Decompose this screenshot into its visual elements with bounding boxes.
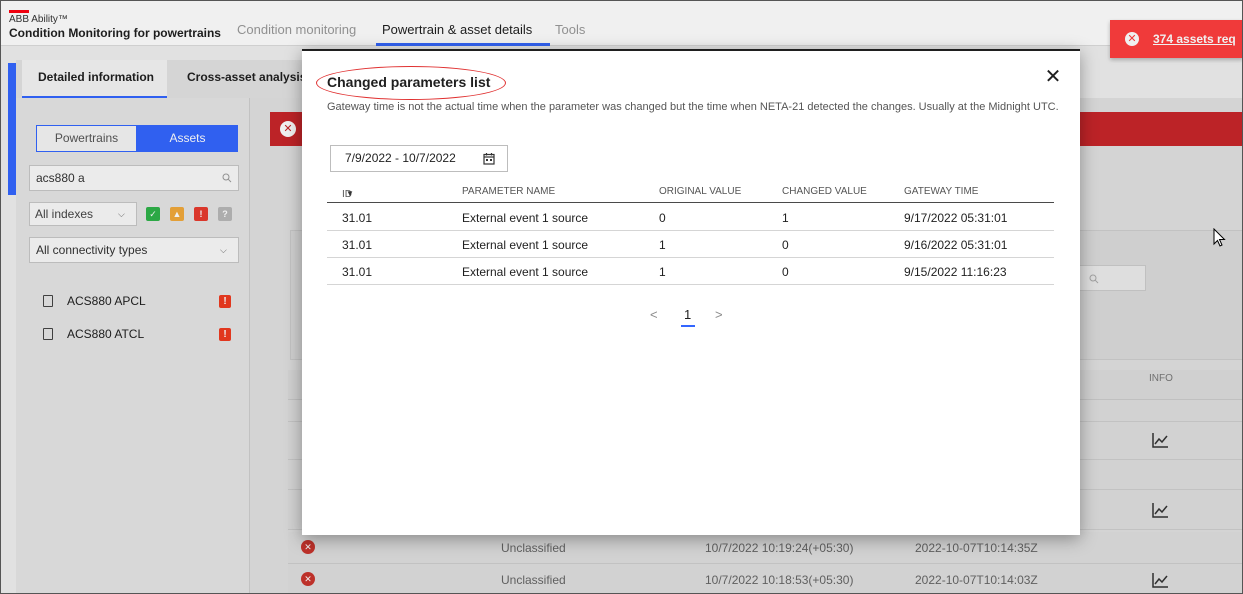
- dialog-title: Changed parameters list: [327, 74, 491, 90]
- cell-id: 31.01: [342, 211, 373, 225]
- column-header-parameter-name: PARAMETER NAME: [462, 186, 556, 197]
- table-row: 31.01 External event 1 source 0 1 9/17/2…: [327, 204, 1054, 231]
- chevron-left-icon[interactable]: <: [650, 307, 658, 322]
- cell-id: 31.01: [342, 265, 373, 279]
- sort-down-icon[interactable]: ▼: [346, 189, 354, 198]
- cell-parameter-name: External event 1 source: [462, 265, 589, 279]
- cell-original-value: 0: [659, 211, 666, 225]
- date-range-picker[interactable]: 7/9/2022 - 10/7/2022: [330, 145, 508, 172]
- cell-changed-value: 0: [782, 265, 789, 279]
- mouse-cursor-icon: [1213, 228, 1226, 247]
- cell-gateway-time: 9/17/2022 05:31:01: [904, 211, 1008, 225]
- dialog-description: Gateway time is not the actual time when…: [327, 101, 1059, 113]
- cell-original-value: 1: [659, 238, 666, 252]
- cell-gateway-time: 9/16/2022 05:31:01: [904, 238, 1008, 252]
- table-row: 31.01 External event 1 source 1 0 9/16/2…: [327, 231, 1054, 258]
- parameters-table-header: ID ▼ PARAMETER NAME ORIGINAL VALUE CHANGE…: [327, 183, 1054, 203]
- cell-gateway-time: 9/15/2022 11:16:23: [904, 265, 1007, 279]
- column-header-original-value: ORIGINAL VALUE: [659, 186, 742, 197]
- calendar-icon: [483, 153, 495, 165]
- close-icon[interactable]: ✕: [1044, 67, 1062, 87]
- changed-parameters-dialog: Changed parameters list ✕ Gateway time i…: [302, 49, 1080, 535]
- cell-parameter-name: External event 1 source: [462, 211, 589, 225]
- cell-changed-value: 0: [782, 238, 789, 252]
- cell-changed-value: 1: [782, 211, 789, 225]
- date-range-value: 7/9/2022 - 10/7/2022: [345, 151, 456, 165]
- cell-original-value: 1: [659, 265, 666, 279]
- chevron-right-icon[interactable]: >: [715, 307, 723, 322]
- table-row: 31.01 External event 1 source 1 0 9/15/2…: [327, 258, 1054, 285]
- page-number-button[interactable]: 1: [684, 307, 691, 322]
- column-header-gateway-time: GATEWAY TIME: [904, 186, 979, 197]
- pagination: < 1 >: [650, 304, 730, 328]
- current-page-indicator: [681, 325, 695, 327]
- cell-parameter-name: External event 1 source: [462, 238, 589, 252]
- column-header-changed-value: CHANGED VALUE: [782, 186, 867, 197]
- cell-id: 31.01: [342, 238, 373, 252]
